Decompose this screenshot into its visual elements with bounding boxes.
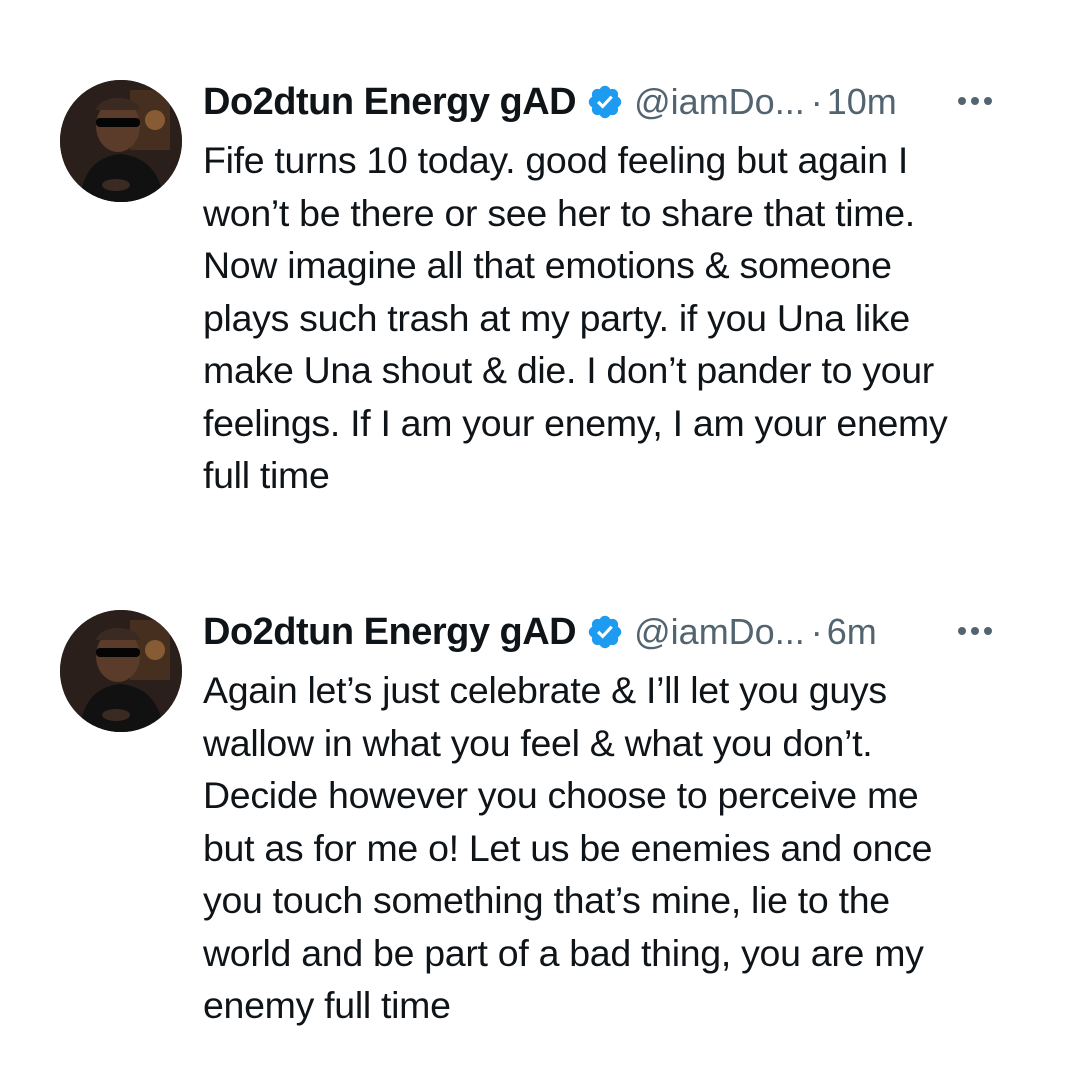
avatar[interactable] xyxy=(60,80,182,202)
avatar-image xyxy=(60,80,182,202)
tweet-text-line: full time xyxy=(203,454,330,496)
separator-dot: · xyxy=(810,611,823,652)
tweet-text-line: enemy full time xyxy=(203,984,451,1026)
avatar[interactable] xyxy=(60,610,182,732)
tweet-text: Fife turns 10 today. good feeling but ag… xyxy=(203,134,1043,502)
tweet-text-line: Again let’s just celebrate & I’ll let yo… xyxy=(203,669,887,711)
tweet-text-line: Now imagine all that emotions & someone xyxy=(203,244,892,286)
tweet-text-line: make Una shout & die. I don’t pander to … xyxy=(203,349,934,391)
verified-badge-icon[interactable] xyxy=(586,83,624,121)
more-horizontal-icon[interactable] xyxy=(953,86,1003,116)
tweet-text-line: wallow in what you feel & what you don’t… xyxy=(203,721,873,764)
more-horizontal-icon[interactable] xyxy=(953,616,1003,646)
verified-badge-icon[interactable] xyxy=(586,613,624,651)
tweet-text-line: Decide however you choose to perceive me xyxy=(203,774,919,816)
tweet-text-line: you touch something that’s mine, lie to … xyxy=(203,879,890,921)
tweet-text-line: feelings. If I am your enemy, I am your … xyxy=(203,401,948,444)
tweet-text-line: but as for me o! Let us be enemies and o… xyxy=(203,826,933,869)
separator-dot: · xyxy=(810,81,823,122)
tweet-text-line: won’t be there or see her to share that … xyxy=(203,191,915,234)
tweet-header: Do2dtun Energy gAD @iamDo... · 6m xyxy=(203,610,1043,654)
tweet-timestamp[interactable]: 10m xyxy=(827,81,897,123)
user-handle[interactable]: @iamDo... xyxy=(634,81,805,123)
tweet-text-line: Fife turns 10 today. good feeling but ag… xyxy=(203,139,909,181)
tweet-text-line: plays such trash at my party. if you Una… xyxy=(203,296,910,339)
display-name[interactable]: Do2dtun Energy gAD xyxy=(203,81,577,124)
tweet-text-line: world and be part of a bad thing, you ar… xyxy=(203,931,924,974)
avatar-image xyxy=(60,610,182,732)
tweet-header: Do2dtun Energy gAD @iamDo... · 10m xyxy=(203,80,1043,124)
display-name[interactable]: Do2dtun Energy gAD xyxy=(203,611,577,654)
tweet-timestamp[interactable]: 6m xyxy=(827,611,877,653)
tweet-text: Again let’s just celebrate & I’ll let yo… xyxy=(203,664,1043,1032)
user-handle[interactable]: @iamDo... xyxy=(634,611,805,653)
